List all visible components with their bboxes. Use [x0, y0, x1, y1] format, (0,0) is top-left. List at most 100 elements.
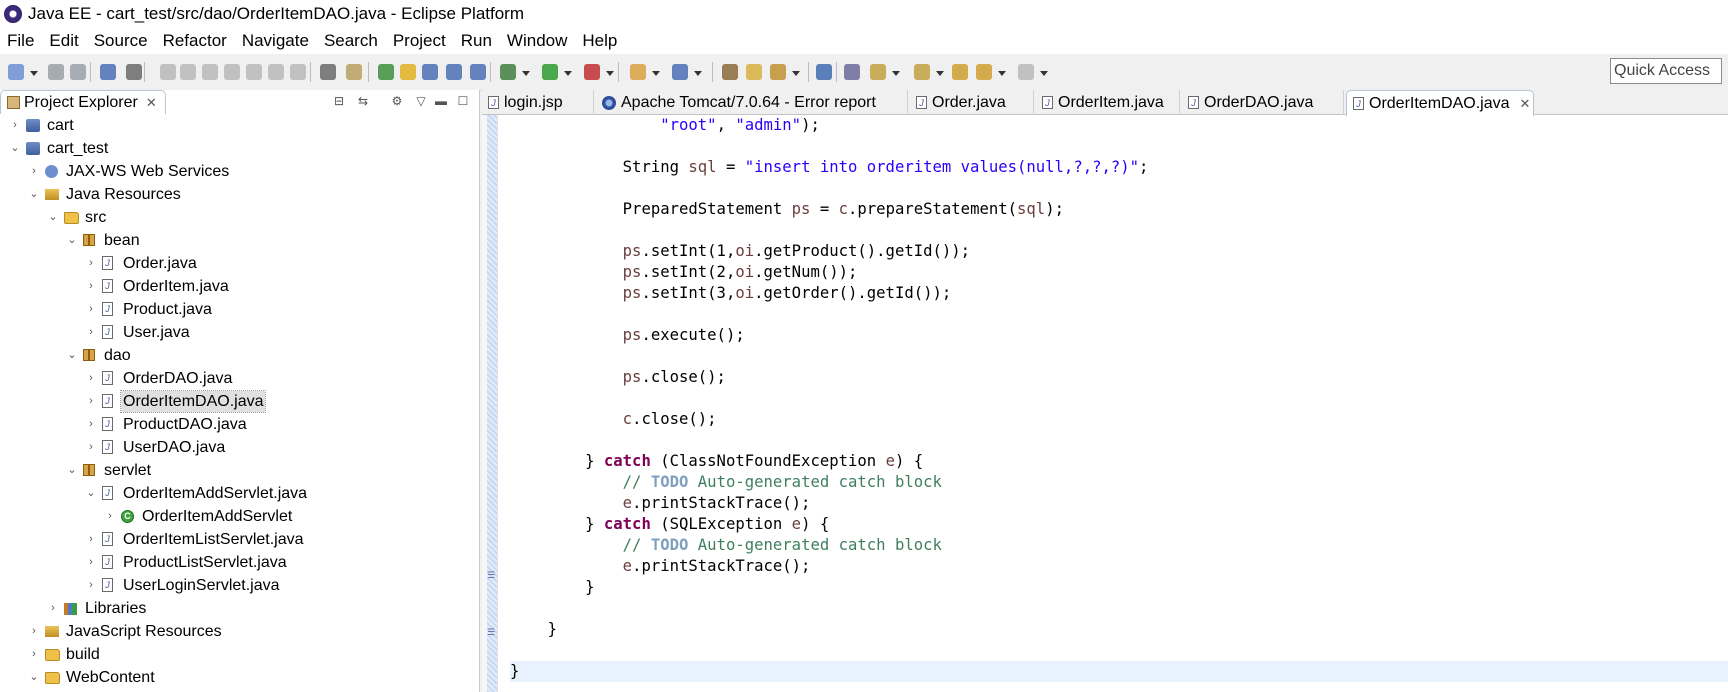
minimize-icon[interactable]: ▬	[434, 94, 448, 108]
chevron-down-icon[interactable]: ⌄	[10, 143, 20, 154]
chevron-down-icon[interactable]: ⌄	[67, 465, 77, 476]
project-explorer-tab[interactable]: Project Explorer ✕	[0, 90, 166, 114]
external-tools-icon[interactable]	[584, 64, 600, 80]
run-icon[interactable]	[542, 64, 558, 80]
tree-item[interactable]: › JAX-WS Web Services	[0, 160, 479, 183]
tree-item[interactable]: › Libraries	[0, 597, 479, 620]
tree-item[interactable]: › J User.java	[0, 321, 479, 344]
tree-item[interactable]: › J ProductDAO.java	[0, 413, 479, 436]
quick-fix-icon[interactable]: ☰	[486, 627, 496, 637]
chevron-down-icon[interactable]: ⌄	[29, 672, 39, 683]
chevron-right-icon[interactable]: ›	[86, 442, 96, 453]
chevron-right-icon[interactable]: ›	[29, 626, 39, 637]
chevron-right-icon[interactable]: ›	[29, 649, 39, 660]
menu-edit[interactable]: Edit	[42, 31, 86, 51]
chevron-down-icon[interactable]: ⌄	[67, 350, 77, 361]
disconnect-icon[interactable]	[224, 64, 240, 80]
step-into-icon[interactable]	[246, 64, 262, 80]
new-server-icon[interactable]	[630, 64, 646, 80]
tree-item[interactable]: › J ProductListServlet.java	[0, 551, 479, 574]
step-over-icon[interactable]	[268, 64, 284, 80]
skip-breakpoints-icon[interactable]	[126, 64, 142, 80]
chevron-down-icon[interactable]: ⌄	[48, 212, 58, 223]
menu-source[interactable]: Source	[87, 31, 156, 51]
open-type-hierarchy-icon[interactable]	[722, 64, 738, 80]
tree-item[interactable]: ⌄ servlet	[0, 459, 479, 482]
menu-search[interactable]: Search	[317, 31, 386, 51]
next-annotation-icon[interactable]	[870, 64, 886, 80]
tree-item[interactable]: › J UserLoginServlet.java	[0, 574, 479, 597]
chevron-right-icon[interactable]: ›	[86, 327, 96, 338]
step-return-icon[interactable]	[290, 64, 306, 80]
tree-item[interactable]: ⌄ bean	[0, 229, 479, 252]
tree-item[interactable]: › J OrderItemListServlet.java	[0, 528, 479, 551]
save-all-icon[interactable]	[70, 64, 86, 80]
suspend-icon[interactable]	[180, 64, 196, 80]
tree-item[interactable]: › C OrderItemAddServlet	[0, 505, 479, 528]
chevron-down-icon[interactable]: ⌄	[29, 189, 39, 200]
close-icon[interactable]: ✕	[1519, 96, 1530, 112]
terminal-icon[interactable]	[100, 64, 116, 80]
dropdown-arrow-icon[interactable]	[30, 71, 38, 76]
open-type-icon[interactable]	[378, 64, 394, 80]
dropdown-arrow-icon[interactable]	[936, 71, 944, 76]
dropdown-arrow-icon[interactable]	[792, 71, 800, 76]
tree-item[interactable]: ⌄ dao	[0, 344, 479, 367]
dropdown-arrow-icon[interactable]	[522, 71, 530, 76]
chevron-right-icon[interactable]: ›	[86, 373, 96, 384]
toggle-mark-icon[interactable]	[400, 64, 416, 80]
chevron-right-icon[interactable]: ›	[86, 258, 96, 269]
tree-item[interactable]: › build	[0, 643, 479, 666]
editor-tab[interactable]: J OrderItem.java	[1036, 90, 1180, 115]
close-icon[interactable]: ✕	[146, 95, 157, 111]
chevron-right-icon[interactable]: ›	[86, 557, 96, 568]
dropdown-arrow-icon[interactable]	[564, 71, 572, 76]
menu-refactor[interactable]: Refactor	[156, 31, 235, 51]
chevron-down-icon[interactable]: ⌄	[67, 235, 77, 246]
menu-help[interactable]: Help	[575, 31, 625, 51]
quick-access-field[interactable]: Quick Access	[1610, 58, 1722, 84]
menu-run[interactable]: Run	[454, 31, 500, 51]
tree-item[interactable]: › J Product.java	[0, 298, 479, 321]
chevron-right-icon[interactable]: ›	[86, 419, 96, 430]
link-with-editor-icon[interactable]: ⇆	[356, 94, 370, 108]
editor-tab[interactable]: J OrderDAO.java	[1182, 90, 1344, 115]
editor-tab[interactable]: Apache Tomcat/7.0.64 - Error report	[596, 90, 908, 115]
dropdown-arrow-icon[interactable]	[694, 71, 702, 76]
tree-item[interactable]: › J OrderItemDAO.java	[0, 390, 479, 413]
editor-tab[interactable]: J Order.java	[910, 90, 1034, 115]
open-task-icon[interactable]	[746, 64, 762, 80]
word-wrap-icon[interactable]	[470, 64, 486, 80]
tree-item[interactable]: › cart	[0, 114, 479, 137]
filter-icon[interactable]: ⚙	[390, 94, 404, 108]
tree-item[interactable]: ⌄ J OrderItemAddServlet.java	[0, 482, 479, 505]
debug-icon[interactable]	[500, 64, 516, 80]
toggle-block-icon[interactable]	[422, 64, 438, 80]
menu-navigate[interactable]: Navigate	[235, 31, 317, 51]
dropdown-arrow-icon[interactable]	[1040, 71, 1048, 76]
dropdown-arrow-icon[interactable]	[606, 71, 614, 76]
chevron-right-icon[interactable]: ›	[105, 511, 115, 522]
tree-item[interactable]: › J UserDAO.java	[0, 436, 479, 459]
show-whitespace-icon[interactable]	[446, 64, 462, 80]
tree-item[interactable]: ⌄ cart_test	[0, 137, 479, 160]
chevron-right-icon[interactable]: ›	[86, 580, 96, 591]
save-icon[interactable]	[48, 64, 64, 80]
tree-item[interactable]: ⌄ src	[0, 206, 479, 229]
chevron-right-icon[interactable]: ›	[48, 603, 58, 614]
menu-file[interactable]: File	[0, 31, 42, 51]
tree-item[interactable]: ⌄ Java Resources	[0, 183, 479, 206]
resume-icon[interactable]	[160, 64, 176, 80]
web-browser-icon[interactable]	[816, 64, 832, 80]
drop-to-frame-icon[interactable]	[320, 64, 336, 80]
menu-window[interactable]: Window	[500, 31, 575, 51]
code-text[interactable]: "root", "admin"); String sql = "insert i…	[510, 115, 1728, 692]
maximize-icon[interactable]: ☐	[456, 94, 470, 108]
chevron-right-icon[interactable]: ›	[29, 166, 39, 177]
dropdown-arrow-icon[interactable]	[892, 71, 900, 76]
dropdown-arrow-icon[interactable]	[998, 71, 1006, 76]
terminate-icon[interactable]	[202, 64, 218, 80]
back-icon[interactable]	[976, 64, 992, 80]
editor-tab[interactable]: J OrderItemDAO.java ✕	[1346, 90, 1534, 116]
tree-item[interactable]: › JavaScript Resources	[0, 620, 479, 643]
